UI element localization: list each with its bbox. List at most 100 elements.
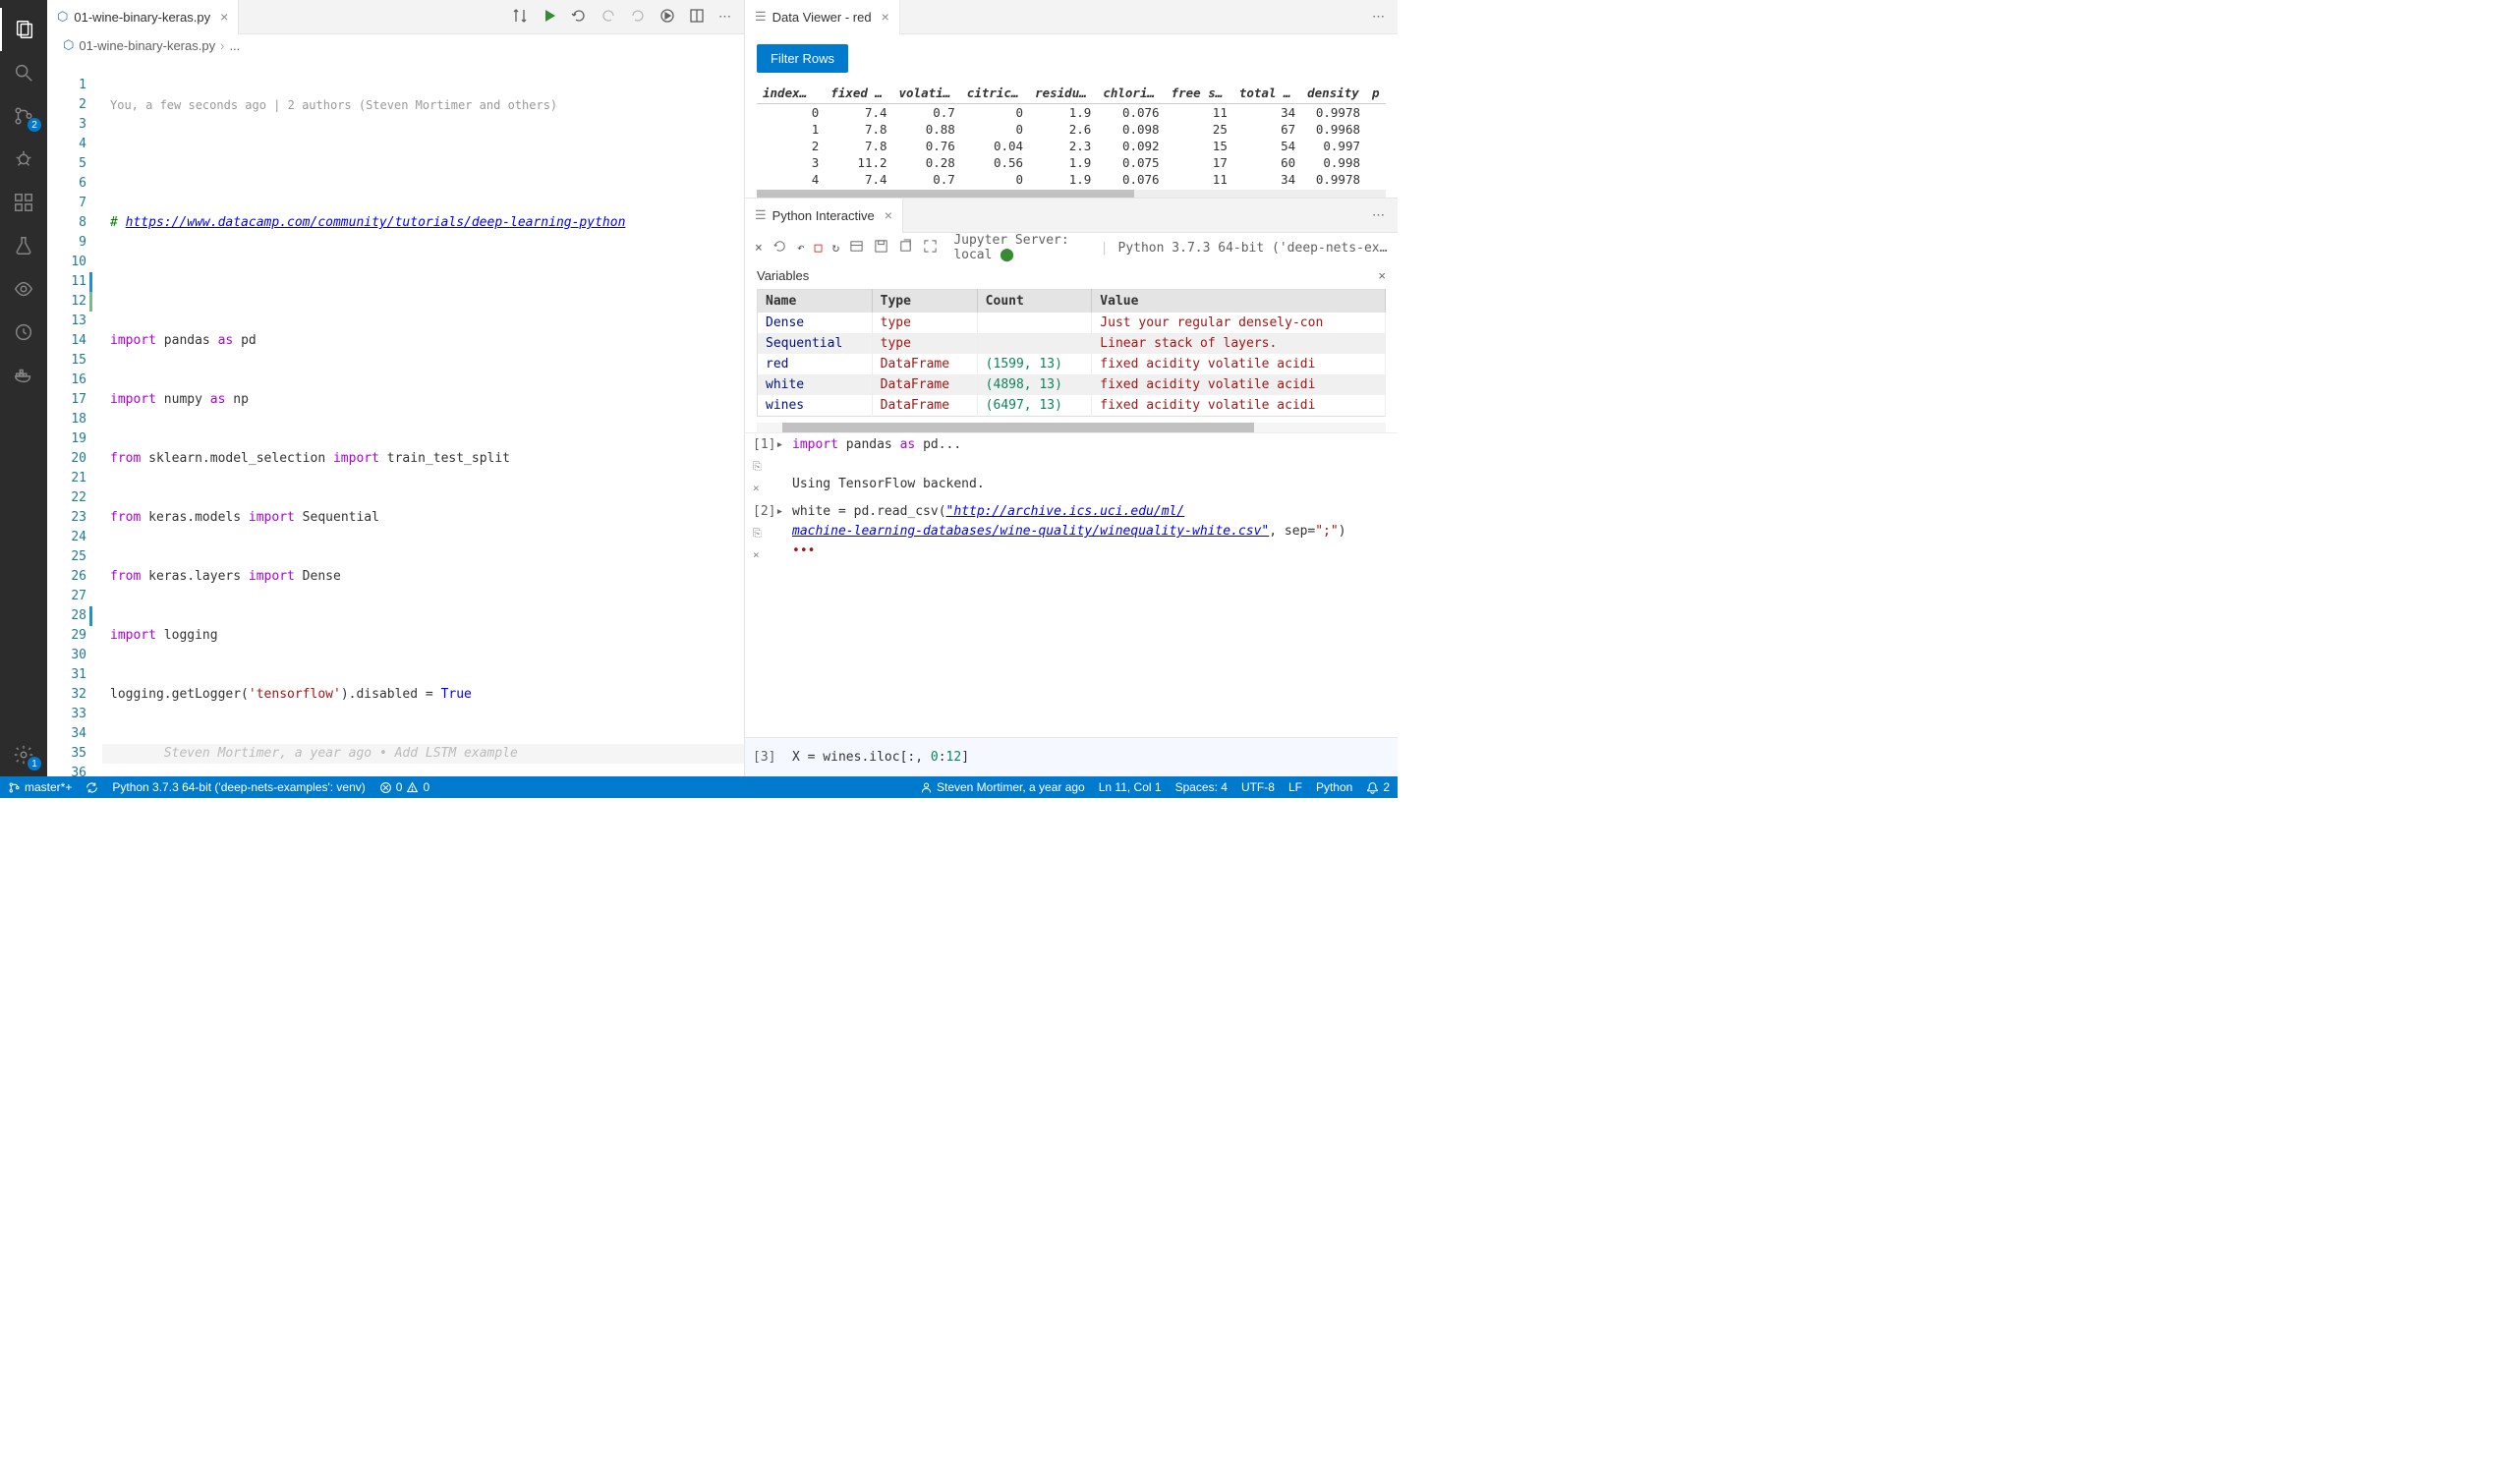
undo-icon[interactable] <box>600 8 616 27</box>
column-header[interactable]: density <box>1301 83 1366 104</box>
cell-body: import pandas as pd... Using TensorFlow … <box>792 435 1390 498</box>
code-editor[interactable]: 12345 678910 1112131415 1617181920 21222… <box>47 56 744 776</box>
explorer-icon[interactable] <box>0 8 47 51</box>
column-header[interactable]: free su… <box>1166 83 1233 104</box>
clear-icon[interactable]: × <box>755 241 763 256</box>
horizontal-scrollbar[interactable] <box>757 423 1386 432</box>
close-icon[interactable]: × <box>882 9 889 25</box>
problems[interactable]: 0 0 <box>379 780 429 794</box>
line-gutter: 12345 678910 1112131415 1617181920 21222… <box>47 56 102 776</box>
column-header[interactable]: p <box>1366 83 1386 104</box>
source-control-icon[interactable]: 2 <box>0 94 47 138</box>
inline-blame: Steven Mortimer, a year ago • Add LSTM e… <box>164 746 518 761</box>
horizontal-scrollbar[interactable] <box>757 190 1386 198</box>
stop-icon[interactable]: □ <box>815 241 823 256</box>
tab-label: Python Interactive <box>772 208 875 223</box>
status-bar: master*+ Python 3.7.3 64-bit ('deep-nets… <box>0 776 1398 798</box>
breadcrumb[interactable]: ⬡ 01-wine-binary-keras.py › ... <box>47 34 744 56</box>
column-header[interactable]: Value <box>1092 290 1386 314</box>
python-interpreter[interactable]: Python 3.7.3 64-bit ('deep-nets-examples… <box>112 780 365 794</box>
revert-icon[interactable] <box>571 8 587 27</box>
column-header[interactable]: Count <box>977 290 1092 314</box>
beaker-icon[interactable] <box>0 224 47 267</box>
eol[interactable]: LF <box>1288 780 1302 794</box>
variable-row[interactable]: SequentialtypeLinear stack of layers. <box>758 333 1386 354</box>
kernel-label[interactable]: Python 3.7.3 64-bit ('deep-nets-examples… <box>1118 241 1389 256</box>
gitlens-icon[interactable] <box>0 267 47 311</box>
goto-icon[interactable] <box>772 239 787 257</box>
variables-title: Variables <box>757 268 809 283</box>
column-header[interactable]: citric … <box>961 83 1029 104</box>
cell-copy-icon[interactable]: ⎘ <box>753 524 762 543</box>
git-branch[interactable]: master*+ <box>8 780 72 794</box>
blame-status[interactable]: Steven Mortimer, a year ago <box>920 780 1085 794</box>
extensions-icon[interactable] <box>0 181 47 224</box>
breadcrumb-more: ... <box>229 38 240 53</box>
column-header[interactable]: index ▲ <box>757 83 825 104</box>
tab-data-viewer[interactable]: ☰ Data Viewer - red × <box>745 0 900 34</box>
variable-row[interactable]: whiteDataFrame(4898, 13)fixed acidity vo… <box>758 374 1386 395</box>
python-file-icon: ⬡ <box>63 37 74 53</box>
notifications[interactable]: 2 <box>1366 780 1390 794</box>
cell-delete-icon[interactable]: × <box>753 479 760 498</box>
more-icon[interactable]: ⋯ <box>1372 207 1386 223</box>
history-icon[interactable] <box>0 311 47 354</box>
tab-python-interactive[interactable]: ☰ Python Interactive × <box>745 199 903 233</box>
cell-prompt: [3] <box>753 750 775 765</box>
debug-icon[interactable] <box>0 138 47 181</box>
cursor-position[interactable]: Ln 11, Col 1 <box>1099 780 1162 794</box>
redo-icon[interactable] <box>630 8 646 27</box>
column-header[interactable]: fixed a… <box>825 83 892 104</box>
save-icon[interactable] <box>874 239 888 257</box>
column-header[interactable]: residua… <box>1029 83 1097 104</box>
cell-delete-icon[interactable]: × <box>753 545 760 565</box>
variables-table[interactable]: NameTypeCountValue DensetypeJust your re… <box>757 289 1386 417</box>
export-icon[interactable] <box>898 239 913 257</box>
column-header[interactable]: volatil… <box>893 83 961 104</box>
language-mode[interactable]: Python <box>1316 780 1352 794</box>
table-row[interactable]: 47.40.701.90.07611340.9978 <box>757 171 1386 188</box>
variable-row[interactable]: winesDataFrame(6497, 13)fixed acidity vo… <box>758 395 1386 417</box>
encoding[interactable]: UTF-8 <box>1241 780 1275 794</box>
close-icon[interactable]: × <box>220 9 228 25</box>
cell-copy-icon[interactable]: ⎘ <box>753 457 762 477</box>
more-icon[interactable]: ⋯ <box>718 9 732 25</box>
filter-rows-button[interactable]: Filter Rows <box>757 44 848 73</box>
close-variables-icon[interactable]: × <box>1378 268 1386 283</box>
variable-row[interactable]: redDataFrame(1599, 13)fixed acidity vola… <box>758 354 1386 374</box>
indentation[interactable]: Spaces: 4 <box>1175 780 1228 794</box>
column-header[interactable]: Name <box>758 290 873 314</box>
jupyter-server-label[interactable]: Jupyter Server: local ⬤ <box>953 233 1090 262</box>
interactive-tabs: ☰ Python Interactive × ⋯ <box>745 199 1398 233</box>
split-editor-icon[interactable] <box>689 8 705 27</box>
variables-icon[interactable] <box>849 239 864 257</box>
undo-icon[interactable]: ↶ <box>797 241 805 256</box>
table-row[interactable]: 311.20.280.561.90.07517600.998 <box>757 154 1386 171</box>
sync-icon[interactable] <box>86 781 98 794</box>
data-table[interactable]: index ▲fixed a…volatil…citric …residua…c… <box>757 83 1386 188</box>
settings-gear-icon[interactable]: 1 <box>0 733 47 776</box>
close-icon[interactable]: × <box>885 207 892 223</box>
variable-row[interactable]: DensetypeJust your regular densely-con <box>758 313 1386 333</box>
table-row[interactable]: 07.40.701.90.07611340.9978 <box>757 104 1386 122</box>
code-lens[interactable]: You, a few seconds ago | 2 authors (Stev… <box>102 95 744 115</box>
expand-icon[interactable] <box>923 239 938 257</box>
more-icon[interactable]: ⋯ <box>1372 9 1386 25</box>
cell-body: white = pd.read_csv("http://archive.ics.… <box>792 502 1390 565</box>
tab-file[interactable]: ⬡ 01-wine-binary-keras.py × <box>47 0 239 34</box>
run-cell-icon[interactable] <box>659 8 675 27</box>
table-row[interactable]: 27.80.760.042.30.09215540.997 <box>757 138 1386 154</box>
compare-icon[interactable] <box>512 8 528 27</box>
run-icon[interactable] <box>542 8 557 27</box>
code-body[interactable]: You, a few seconds ago | 2 authors (Stev… <box>102 56 744 776</box>
search-icon[interactable] <box>0 51 47 94</box>
column-header[interactable]: Type <box>872 290 977 314</box>
docker-icon[interactable] <box>0 354 47 397</box>
restart-icon[interactable]: ↻ <box>831 241 839 256</box>
table-row[interactable]: 17.80.8802.60.09825670.9968 <box>757 121 1386 138</box>
cell-prompt[interactable]: [2]▸ <box>753 502 783 522</box>
column-header[interactable]: chlorid… <box>1097 83 1165 104</box>
input-cell[interactable]: [3] X = wines.iloc[:, 0:12] <box>745 737 1398 776</box>
cell-prompt[interactable]: [1]▸ <box>753 435 783 455</box>
column-header[interactable]: total s… <box>1233 83 1301 104</box>
